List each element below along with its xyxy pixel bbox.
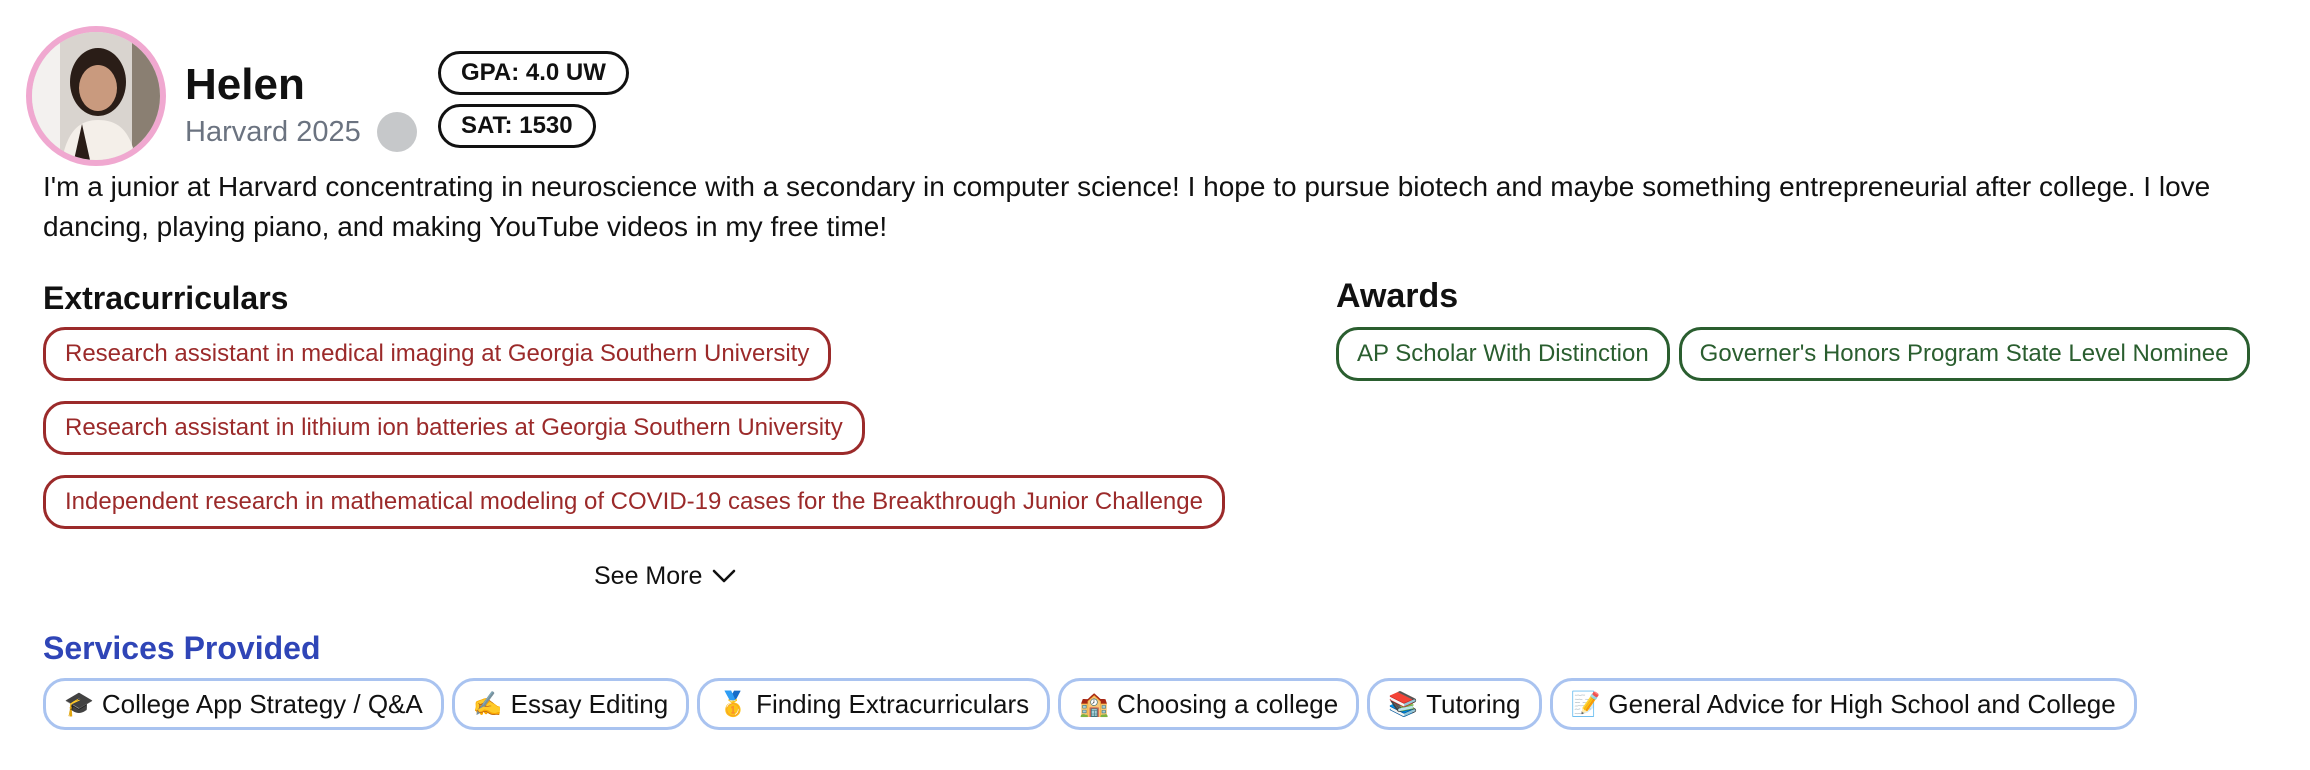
- service-tag: 🎓 College App Strategy / Q&A: [43, 678, 444, 730]
- gpa-badge: GPA: 4.0 UW: [438, 51, 629, 95]
- memo-icon: 📝: [1570, 690, 1601, 718]
- service-tag: 🏫 Choosing a college: [1058, 678, 1360, 730]
- avatar: [26, 26, 166, 166]
- see-more-button[interactable]: See More: [594, 558, 736, 594]
- extracurriculars-list: Research assistant in medical imaging at…: [43, 327, 1225, 549]
- extracurricular-tag: Research assistant in lithium ion batter…: [43, 401, 865, 455]
- service-tag: ✍️ Essay Editing: [451, 678, 690, 730]
- profile-name: Helen: [185, 60, 305, 109]
- services-list: 🎓 College App Strategy / Q&A ✍️ Essay Ed…: [43, 678, 2137, 730]
- extracurricular-tag: Independent research in mathematical mod…: [43, 475, 1225, 529]
- graduation-cap-icon: 🎓: [64, 690, 94, 718]
- service-label: General Advice for High School and Colle…: [1608, 689, 2116, 719]
- service-label: Tutoring: [1426, 689, 1521, 719]
- extracurricular-tag: Research assistant in medical imaging at…: [43, 327, 832, 381]
- service-label: Finding Extracurriculars: [756, 689, 1030, 719]
- service-label: College App Strategy / Q&A: [101, 689, 423, 719]
- chevron-down-icon: [712, 568, 736, 584]
- profile-bio: I'm a junior at Harvard concentrating in…: [43, 171, 2211, 242]
- award-tag: AP Scholar With Distinction: [1336, 327, 1670, 381]
- status-indicator: [377, 112, 417, 152]
- service-label: Essay Editing: [510, 689, 669, 719]
- extracurriculars-heading: Extracurriculars: [43, 280, 289, 316]
- school-building-icon: 🏫: [1079, 690, 1110, 718]
- service-tag: 📝 General Advice for High School and Col…: [1549, 678, 2137, 730]
- service-tag: 📚 Tutoring: [1367, 678, 1542, 730]
- services-heading: Services Provided: [43, 630, 321, 666]
- sat-badge: SAT: 1530: [438, 104, 596, 148]
- awards-list: AP Scholar With Distinction Governer's H…: [1336, 327, 2250, 381]
- award-tag: Governer's Honors Program State Level No…: [1678, 327, 2250, 381]
- medal-icon: 🥇: [718, 690, 749, 718]
- profile-school: Harvard 2025: [185, 116, 361, 148]
- writing-hand-icon: ✍️: [472, 690, 503, 718]
- awards-heading: Awards: [1336, 277, 1459, 315]
- service-label: Choosing a college: [1117, 689, 1339, 719]
- books-icon: 📚: [1388, 690, 1419, 718]
- service-tag: 🥇 Finding Extracurriculars: [697, 678, 1051, 730]
- see-more-label: See More: [594, 562, 703, 590]
